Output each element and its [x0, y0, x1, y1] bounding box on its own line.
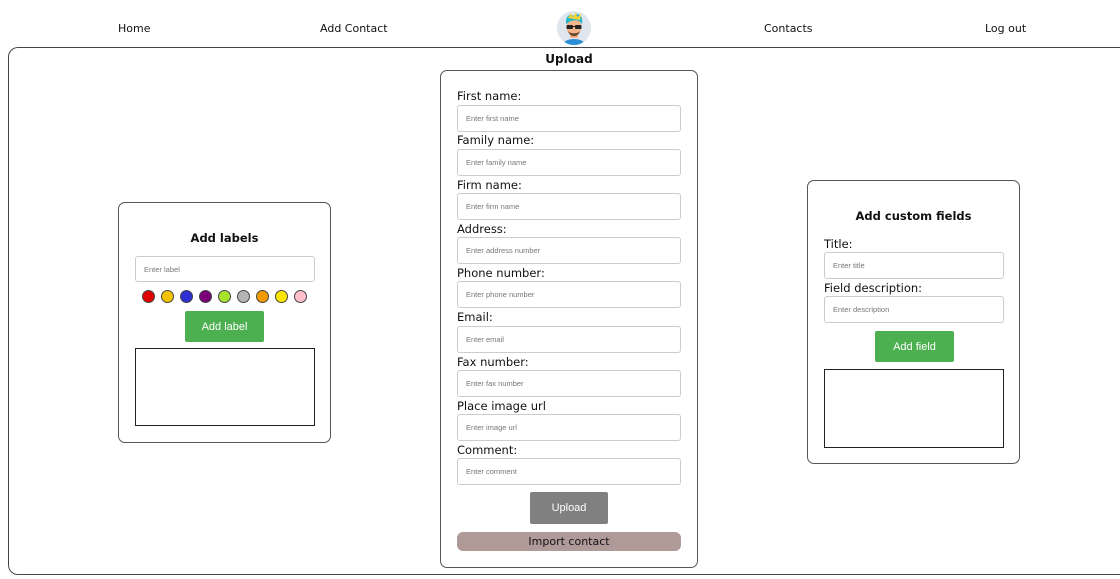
nav-logout-link[interactable]: Log out — [985, 22, 1026, 35]
color-swatches — [142, 290, 307, 303]
family-name-label: Family name: — [457, 133, 535, 147]
address-label: Address: — [457, 222, 507, 236]
labels-list-box — [135, 348, 315, 426]
firm-name-input[interactable] — [457, 193, 681, 220]
email-label: Email: — [457, 310, 493, 324]
color-swatch-pink[interactable] — [294, 290, 307, 303]
color-swatch-purple[interactable] — [199, 290, 212, 303]
upload-button[interactable]: Upload — [530, 492, 608, 524]
color-swatch-blue[interactable] — [180, 290, 193, 303]
nav-add-contact-link[interactable]: Add Contact — [320, 22, 388, 35]
image-url-input[interactable] — [457, 414, 681, 441]
image-url-label: Place image url — [457, 399, 546, 413]
color-swatch-yellow[interactable] — [161, 290, 174, 303]
color-swatch-gray[interactable] — [237, 290, 250, 303]
color-swatch-light-yellow[interactable] — [275, 290, 288, 303]
field-description-label: Field description: — [824, 281, 923, 295]
color-swatch-red[interactable] — [142, 290, 155, 303]
custom-fields-title: Add custom fields — [855, 209, 972, 223]
phone-number-input[interactable] — [457, 281, 681, 308]
custom-title-label: Title: — [824, 237, 853, 251]
firm-name-label: Firm name: — [457, 178, 522, 192]
nav-home-link[interactable]: Home — [118, 22, 150, 35]
field-description-input[interactable] — [824, 296, 1004, 323]
color-swatch-lime[interactable] — [218, 290, 231, 303]
avatar[interactable] — [557, 11, 591, 45]
address-input[interactable] — [457, 237, 681, 264]
custom-title-input[interactable] — [824, 252, 1004, 279]
email-input[interactable] — [457, 326, 681, 353]
first-name-label: First name: — [457, 89, 522, 103]
navbar: Home Add Contact Contacts Log out — [0, 0, 1120, 46]
upload-form: First name: Family name: Firm name: Addr… — [440, 70, 698, 568]
import-contact-button[interactable]: Import contact — [457, 532, 681, 551]
labels-panel: Add labels Add label — [118, 202, 331, 443]
first-name-input[interactable] — [457, 105, 681, 132]
avatar-image — [557, 11, 591, 45]
add-field-button[interactable]: Add field — [875, 331, 954, 362]
fax-number-label: Fax number: — [457, 355, 529, 369]
custom-fields-list-box — [824, 369, 1004, 448]
labels-panel-title: Add labels — [190, 231, 259, 245]
color-swatch-orange[interactable] — [256, 290, 269, 303]
family-name-input[interactable] — [457, 149, 681, 176]
label-input[interactable] — [135, 256, 315, 282]
comment-input[interactable] — [457, 458, 681, 485]
fax-number-input[interactable] — [457, 370, 681, 397]
comment-label: Comment: — [457, 443, 518, 457]
nav-contacts-link[interactable]: Contacts — [764, 22, 813, 35]
custom-fields-panel: Add custom fields Title: Field descripti… — [807, 180, 1020, 464]
add-label-button[interactable]: Add label — [185, 311, 264, 342]
phone-number-label: Phone number: — [457, 266, 545, 280]
upload-title: Upload — [545, 52, 593, 66]
